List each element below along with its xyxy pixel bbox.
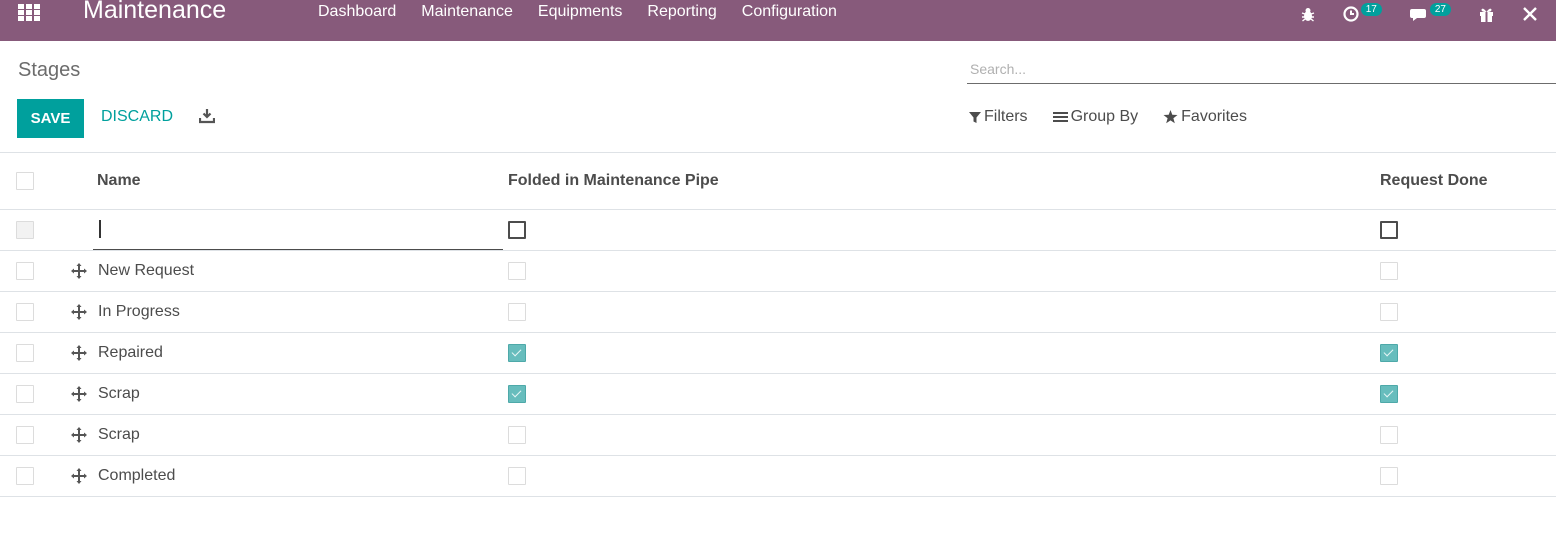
save-button[interactable]: SAVE <box>17 99 84 138</box>
stage-name-input[interactable] <box>93 210 503 250</box>
drag-handle-icon[interactable] <box>71 263 87 279</box>
menu-equipments[interactable]: Equipments <box>538 3 623 21</box>
top-navbar: Maintenance Dashboard Maintenance Equipm… <box>0 0 1556 41</box>
column-header-folded[interactable]: Folded in Maintenance Pipe <box>508 153 719 209</box>
menu-configuration[interactable]: Configuration <box>742 3 837 21</box>
menu-maintenance[interactable]: Maintenance <box>421 3 513 21</box>
table-row[interactable]: Completed <box>0 456 1556 497</box>
request-done-checkbox[interactable] <box>1380 262 1398 280</box>
breadcrumb: Stages <box>18 59 81 81</box>
request-done-checkbox[interactable] <box>1380 426 1398 444</box>
bars-icon <box>1052 112 1068 122</box>
stage-name[interactable]: Scrap <box>98 415 140 455</box>
menu-reporting[interactable]: Reporting <box>647 3 716 21</box>
request-done-checkbox[interactable] <box>1380 385 1398 403</box>
drag-handle-icon[interactable] <box>71 468 87 484</box>
folded-checkbox[interactable] <box>508 303 526 321</box>
favorites-label: Favorites <box>1181 108 1247 125</box>
group-by-label: Group By <box>1070 108 1139 125</box>
request-done-checkbox[interactable] <box>1380 303 1398 321</box>
systray: 17 27 <box>1273 0 1538 28</box>
filters-label: Filters <box>984 108 1028 125</box>
table-row[interactable]: Scrap <box>0 374 1556 415</box>
table-row[interactable]: New Request <box>0 251 1556 292</box>
row-select-checkbox[interactable] <box>16 262 34 280</box>
row-select-checkbox[interactable] <box>16 303 34 321</box>
stages-table: Name Folded in Maintenance Pipe Request … <box>0 152 1556 497</box>
row-select-checkbox[interactable] <box>16 221 34 239</box>
activity-clock-icon[interactable]: 17 <box>1343 2 1382 22</box>
drag-handle-icon[interactable] <box>71 345 87 361</box>
stage-name[interactable]: New Request <box>98 251 194 291</box>
row-select-checkbox[interactable] <box>16 344 34 362</box>
drag-handle-icon[interactable] <box>71 386 87 402</box>
request-done-checkbox[interactable] <box>1380 467 1398 485</box>
gift-icon[interactable] <box>1479 7 1494 22</box>
download-icon[interactable] <box>198 108 216 124</box>
row-select-checkbox[interactable] <box>16 467 34 485</box>
apps-menu-icon[interactable] <box>18 4 40 22</box>
stage-name[interactable]: Scrap <box>98 374 140 414</box>
main-menu: Dashboard Maintenance Equipments Reporti… <box>318 3 862 21</box>
drag-handle-icon[interactable] <box>71 304 87 320</box>
group-by-button[interactable]: Group By <box>1052 108 1139 126</box>
column-header-request-done[interactable]: Request Done <box>1380 153 1488 209</box>
text-cursor <box>99 220 101 238</box>
debug-bug-icon[interactable] <box>1301 7 1315 22</box>
table-row[interactable]: In Progress <box>0 292 1556 333</box>
discard-button[interactable]: DISCARD <box>101 108 173 126</box>
messages-count-badge: 27 <box>1429 2 1451 16</box>
search-input[interactable] <box>967 55 1556 84</box>
row-select-checkbox[interactable] <box>16 385 34 403</box>
search-options: Filters Group By Favorites <box>969 108 1272 126</box>
new-record-row <box>0 210 1556 251</box>
folded-checkbox[interactable] <box>508 344 526 362</box>
folded-checkbox[interactable] <box>508 262 526 280</box>
table-row[interactable]: Scrap <box>0 415 1556 456</box>
stage-name[interactable]: In Progress <box>98 292 180 332</box>
table-row[interactable]: Repaired <box>0 333 1556 374</box>
menu-dashboard[interactable]: Dashboard <box>318 3 396 21</box>
favorites-button[interactable]: Favorites <box>1163 108 1247 126</box>
folded-checkbox-editable[interactable] <box>508 221 526 239</box>
folded-checkbox[interactable] <box>508 426 526 444</box>
column-header-name[interactable]: Name <box>97 153 141 209</box>
folded-checkbox[interactable] <box>508 385 526 403</box>
star-icon <box>1163 110 1178 124</box>
table-header: Name Folded in Maintenance Pipe Request … <box>0 153 1556 210</box>
drag-handle-icon[interactable] <box>71 427 87 443</box>
activity-count-badge: 17 <box>1360 2 1382 16</box>
stage-name[interactable]: Completed <box>98 456 175 496</box>
select-all-checkbox[interactable] <box>16 172 34 190</box>
stage-name[interactable]: Repaired <box>98 333 163 373</box>
filter-icon <box>969 111 981 123</box>
messages-chat-icon[interactable]: 27 <box>1409 2 1451 22</box>
app-title[interactable]: Maintenance <box>83 0 226 25</box>
filters-button[interactable]: Filters <box>969 108 1028 126</box>
request-done-checkbox[interactable] <box>1380 344 1398 362</box>
tools-close-icon[interactable] <box>1522 6 1538 22</box>
folded-checkbox[interactable] <box>508 467 526 485</box>
request-done-checkbox-editable[interactable] <box>1380 221 1398 239</box>
row-select-checkbox[interactable] <box>16 426 34 444</box>
